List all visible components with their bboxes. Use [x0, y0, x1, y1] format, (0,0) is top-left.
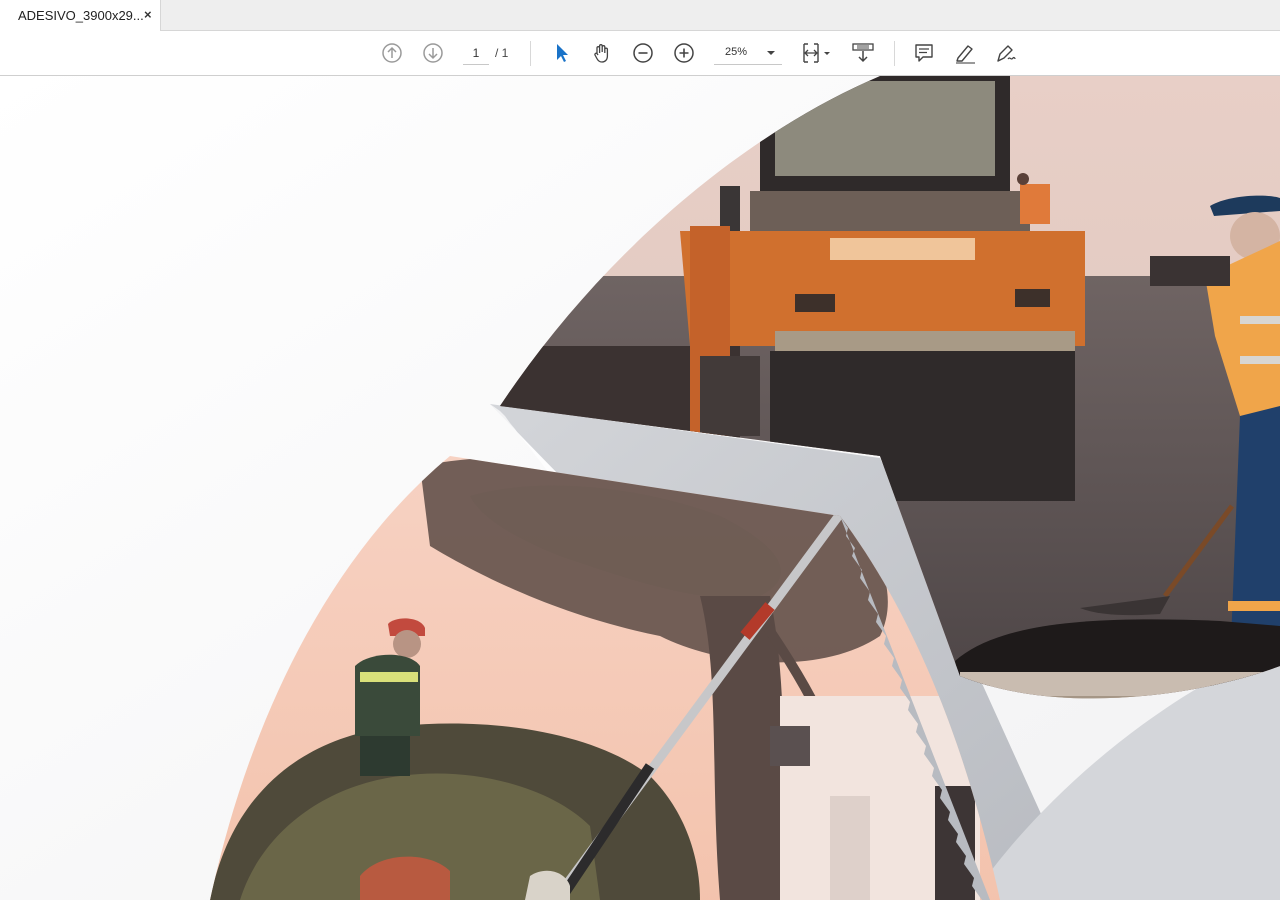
zoom-select[interactable]: 25% [714, 41, 782, 65]
highlight-button[interactable] [953, 41, 977, 65]
page-number-input[interactable] [463, 41, 489, 65]
hand-tool-button[interactable] [590, 41, 614, 65]
download-button[interactable] [851, 41, 875, 65]
comment-icon [915, 44, 933, 62]
page-fit-button[interactable] [800, 41, 834, 65]
highlight-icon [956, 45, 975, 64]
zoom-in-button[interactable] [672, 41, 696, 65]
pdf-toolbar: / 1 25% [0, 31, 1280, 76]
page-fit-icon [803, 43, 830, 63]
tab-close-icon[interactable]: × [144, 7, 152, 22]
document-viewer[interactable] [0, 76, 1280, 900]
zoom-value: 25% [725, 46, 748, 58]
page-total: / 1 [495, 46, 509, 60]
download-icon [852, 43, 874, 63]
prev-page-button[interactable] [380, 41, 404, 65]
document-tab[interactable]: ADESIVO_3900x29... × [0, 0, 161, 31]
next-page-icon [423, 43, 443, 63]
tab-bar: ADESIVO_3900x29... × [0, 0, 1280, 31]
chevron-down-icon [767, 51, 775, 55]
next-page-button[interactable] [421, 41, 445, 65]
zoom-in-icon [674, 43, 694, 63]
toolbar-divider [894, 41, 895, 66]
draw-icon [997, 45, 1016, 62]
select-tool-button[interactable] [549, 41, 573, 65]
tab-title: ADESIVO_3900x29... [18, 8, 144, 23]
comment-button[interactable] [912, 41, 936, 65]
select-cursor-icon [557, 44, 568, 62]
zoom-out-button[interactable] [631, 41, 655, 65]
prev-page-icon [382, 43, 402, 63]
zoom-out-icon [633, 43, 653, 63]
draw-button[interactable] [994, 41, 1018, 65]
toolbar-divider [530, 41, 531, 66]
hand-tool-icon [594, 44, 609, 63]
document-page-artwork [0, 76, 1280, 900]
